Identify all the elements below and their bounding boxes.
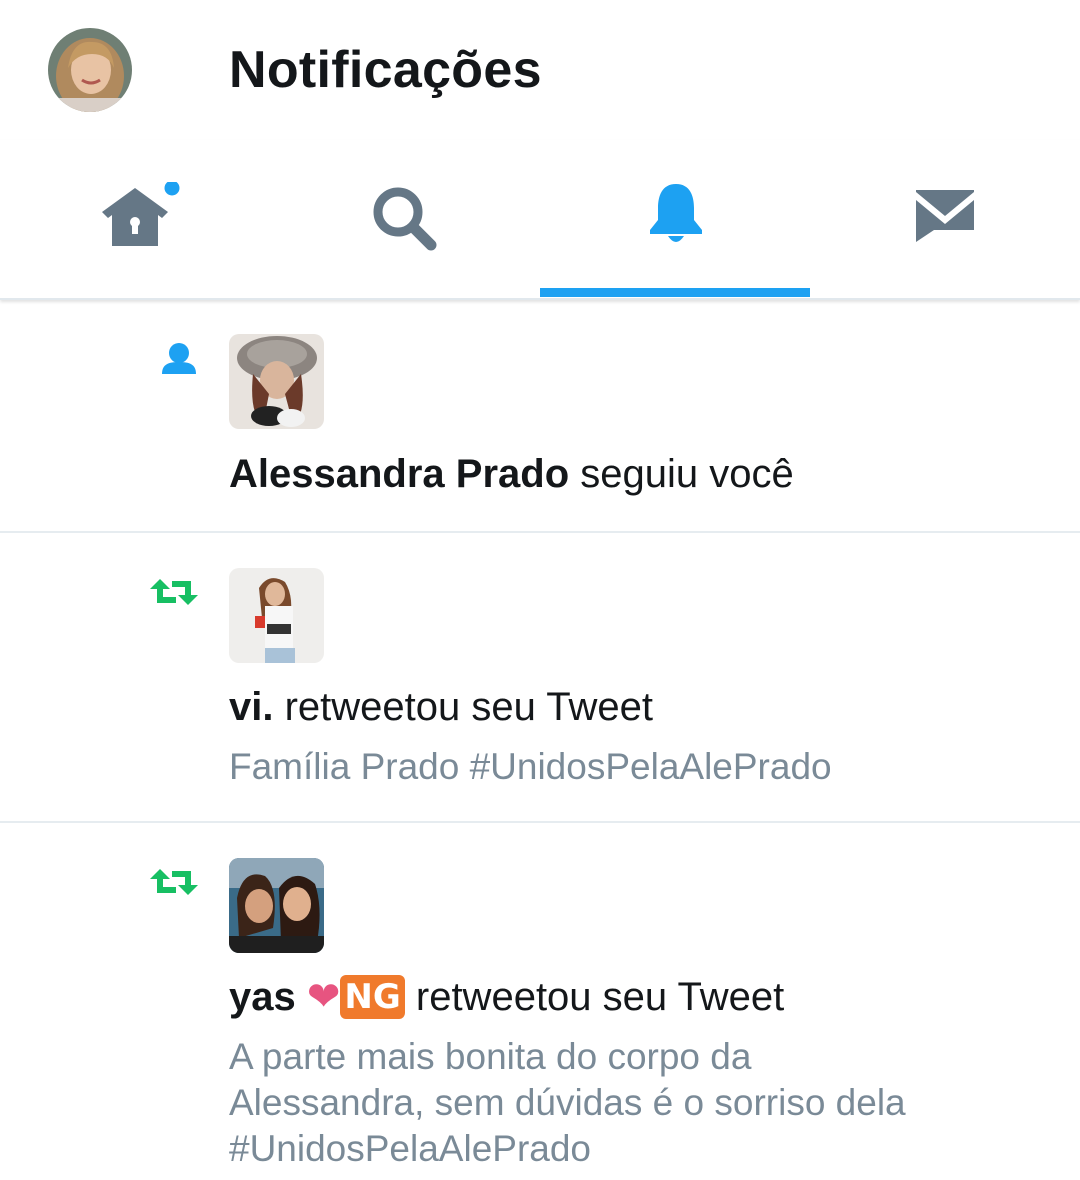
page-title: Notificações	[229, 41, 542, 99]
mail-icon	[916, 190, 974, 242]
notification-action: retweetou seu Tweet	[273, 685, 653, 729]
tab-messages[interactable]	[810, 140, 1080, 298]
user-name[interactable]: yas	[229, 975, 296, 1019]
tweet-preview: A parte mais bonita do corpo da Alessand…	[229, 1034, 1020, 1172]
profile-avatar[interactable]	[48, 28, 132, 112]
tweet-preview-line: A parte mais bonita do corpo da	[229, 1036, 752, 1077]
retweet-icon	[150, 869, 198, 895]
user-name[interactable]: Alessandra Prado	[229, 452, 569, 496]
user-name[interactable]: vi.	[229, 685, 273, 729]
tweet-preview-line: Alessandra, sem dúvidas é o sorriso dela	[229, 1082, 906, 1123]
tab-home[interactable]	[0, 140, 270, 298]
retweet-icon	[150, 579, 198, 605]
tweet-preview-line: #UnidosPelaAlePrado	[229, 1128, 592, 1169]
tab-bar	[0, 140, 1080, 300]
tab-notifications[interactable]	[540, 140, 810, 298]
bell-icon	[650, 184, 702, 242]
tweet-preview: Família Prado #UnidosPelaAlePrado	[229, 746, 832, 787]
active-tab-indicator	[540, 288, 810, 297]
avatar[interactable]	[229, 334, 324, 429]
notification-text: vi. retweetou seu Tweet	[229, 683, 1050, 731]
avatar[interactable]	[229, 568, 324, 663]
notification-action: retweetou seu Tweet	[404, 975, 785, 1019]
search-icon	[373, 187, 437, 251]
notifications-screen: Notificações Alessandra Prado seguiu voc…	[0, 0, 1080, 1180]
tab-search[interactable]	[270, 140, 540, 298]
notification-text: Alessandra Prado seguiu você	[229, 450, 1050, 498]
heart-icon: ❤	[306, 975, 341, 1019]
home-icon	[102, 182, 180, 246]
notification-action: seguiu você	[569, 452, 794, 496]
ng-badge: NG	[340, 975, 405, 1019]
notification-item[interactable]: vi. retweetou seu Tweet Família Prado #U…	[0, 533, 1080, 823]
notification-item[interactable]: Alessandra Prado seguiu você	[0, 300, 1080, 533]
notification-text: yas ❤ NG retweetou seu Tweet	[229, 973, 1050, 1021]
person-icon	[162, 343, 196, 374]
unread-badge	[164, 182, 180, 196]
avatar[interactable]	[229, 858, 324, 953]
notification-item[interactable]: yas ❤ NG retweetou seu Tweet A parte mais…	[0, 823, 1080, 1180]
header: Notificações	[0, 0, 1080, 140]
